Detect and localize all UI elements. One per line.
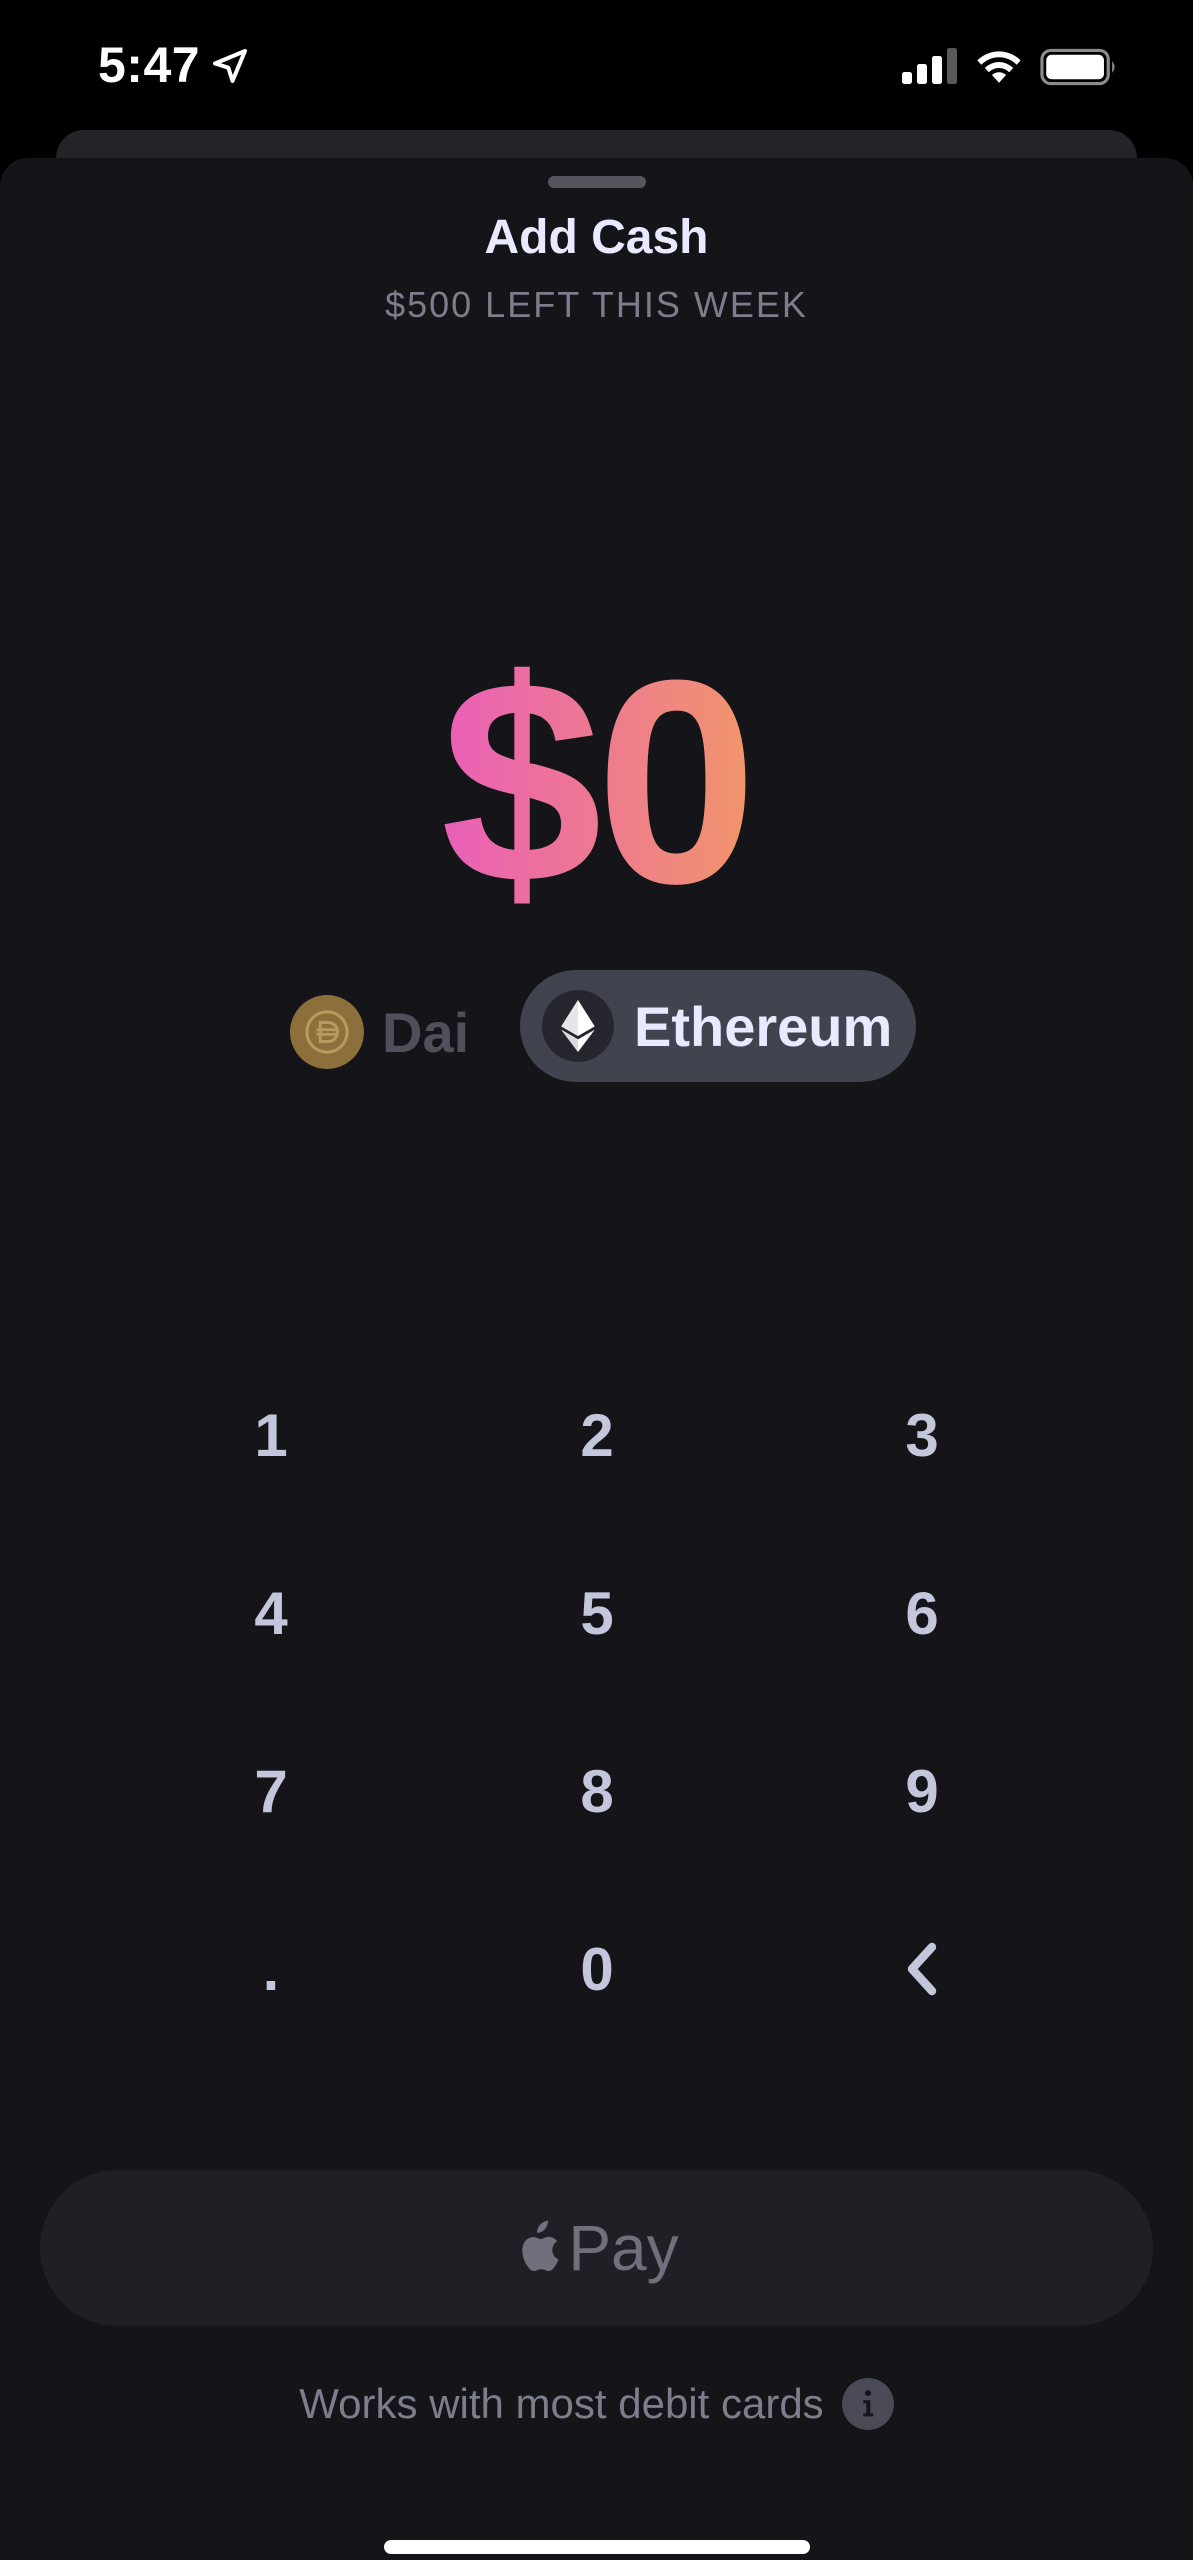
amount-display: $0 <box>441 640 758 910</box>
wifi-icon <box>977 51 1021 83</box>
key-2[interactable]: 2 <box>497 1370 697 1500</box>
debit-card-note-text: Works with most debit cards <box>299 2380 824 2427</box>
chevron-left-icon <box>907 1942 937 1996</box>
status-bar: 5:47 <box>0 0 1193 130</box>
key-1[interactable]: 1 <box>171 1370 371 1500</box>
add-cash-screen: 5:47 Add Cash $500 LEFT THIS WEEK $0 Dai… <box>0 0 1193 2560</box>
currency-label-ethereum: Ethereum <box>634 994 893 1058</box>
key-8[interactable]: 8 <box>497 1726 697 1856</box>
dai-icon <box>290 995 364 1069</box>
currency-label-dai: Dai <box>382 1000 470 1064</box>
amount-text: $0 <box>441 640 752 910</box>
key-0[interactable]: 0 <box>497 1904 697 2034</box>
sheet-grabber[interactable] <box>548 176 646 188</box>
backspace-key[interactable] <box>822 1904 1022 2034</box>
currency-option-ethereum[interactable]: Ethereum <box>520 970 916 1082</box>
key-5[interactable]: 5 <box>497 1548 697 1678</box>
apple-pay-label: Pay <box>568 2212 679 2284</box>
key-3[interactable]: 3 <box>822 1370 1022 1500</box>
debit-card-note: Works with most debit cards <box>0 2378 1193 2430</box>
home-indicator[interactable] <box>384 2540 810 2554</box>
battery-icon <box>1040 48 1115 86</box>
weekly-limit-text: $500 LEFT THIS WEEK <box>385 284 808 325</box>
info-icon[interactable] <box>841 2378 894 2430</box>
location-arrow-icon <box>213 49 247 83</box>
key-6[interactable]: 6 <box>822 1548 1022 1678</box>
cellular-signal-icon <box>902 48 957 84</box>
key-7[interactable]: 7 <box>171 1726 371 1856</box>
apple-pay-button[interactable]: Pay <box>40 2170 1153 2326</box>
currency-option-dai[interactable]: Dai <box>290 988 469 1076</box>
key-decimal[interactable]: . <box>171 1904 371 2034</box>
key-4[interactable]: 4 <box>171 1548 371 1678</box>
apple-icon <box>522 2220 559 2272</box>
page-title: Add Cash <box>484 211 709 264</box>
key-9[interactable]: 9 <box>822 1726 1022 1856</box>
status-time: 5:47 <box>98 37 201 93</box>
ethereum-icon <box>542 990 614 1062</box>
